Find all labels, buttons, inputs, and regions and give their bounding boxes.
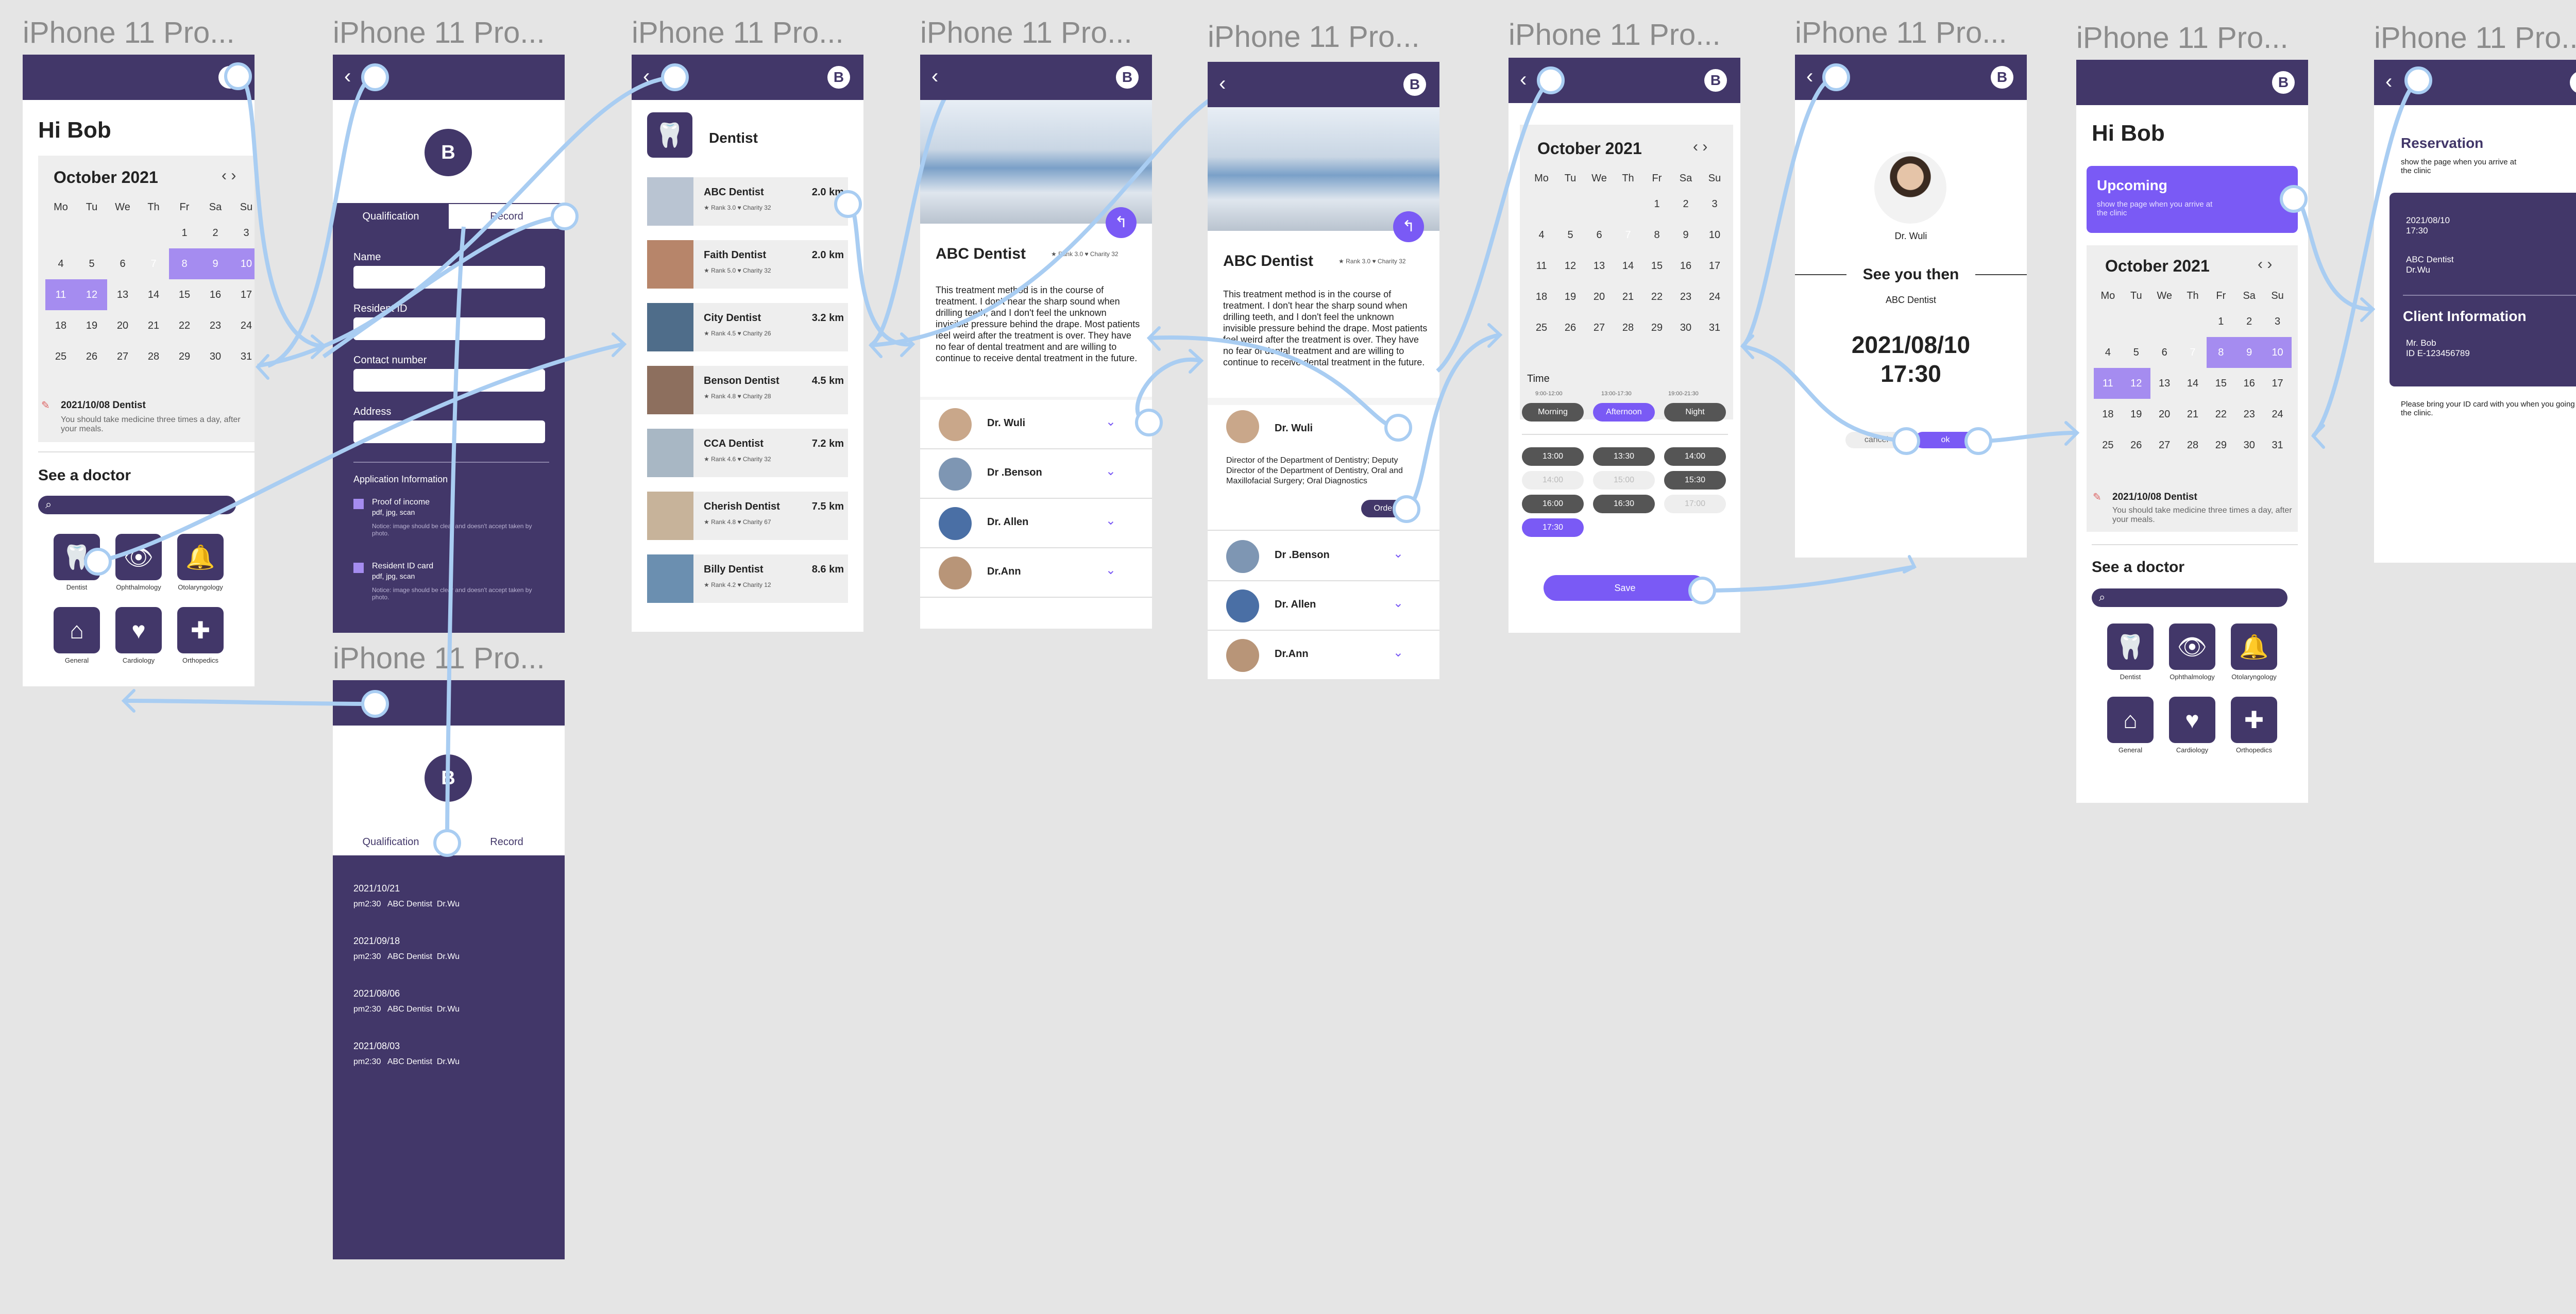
connector-line [1148,335,1399,430]
back-arrow-icon[interactable]: ‹ [1219,73,1226,94]
prototype-hotspot [1393,495,1420,523]
app-header: ‹ B [1208,62,1439,107]
connector-line [2312,78,2420,437]
prototype-hotspot [551,203,579,230]
prototype-hotspot [1964,427,1992,455]
prototype-hotspot [1822,63,1850,91]
prototype-hotspot [361,690,389,718]
prototype-connectors [84,62,2432,857]
avatar[interactable]: B [1403,73,1426,96]
prototype-hotspot [433,829,461,857]
prototype-hotspot [1384,414,1412,442]
connector-line [847,202,912,347]
connector-line [1742,344,1907,443]
connector-line [445,226,466,844]
connector-line [869,75,963,347]
prototype-hotspot [1135,409,1163,436]
prototype-hotspot [1537,66,1565,94]
connector-line [97,342,624,564]
app-header: ‹ B [920,55,1152,100]
connector-line [257,75,675,368]
prototype-hotspot [224,62,252,90]
prototype-hotspot [1892,427,1920,455]
avatar[interactable]: B [1116,66,1139,89]
connector-line [267,75,376,368]
connector-line [1978,431,2077,443]
connector-line [123,699,376,706]
prototype-hotspot [361,63,389,91]
prototype-hotspot [834,190,862,218]
connector-line [322,214,565,359]
connector-line [1405,333,1500,511]
prototype-hotspot [1688,577,1716,604]
prototype-hotspot [2404,66,2432,94]
prototype-hotspot [84,548,112,576]
connector-line [1741,75,1837,348]
connector-line [870,80,1252,347]
arrowhead [1903,555,1917,574]
back-arrow-icon[interactable]: ‹ [931,66,938,87]
connector-line [1702,565,1915,593]
arrowhead [2311,424,2325,449]
prototype-hotspot [2280,185,2308,213]
prototype-hotspot [661,63,689,91]
connector-line [2293,197,2372,311]
